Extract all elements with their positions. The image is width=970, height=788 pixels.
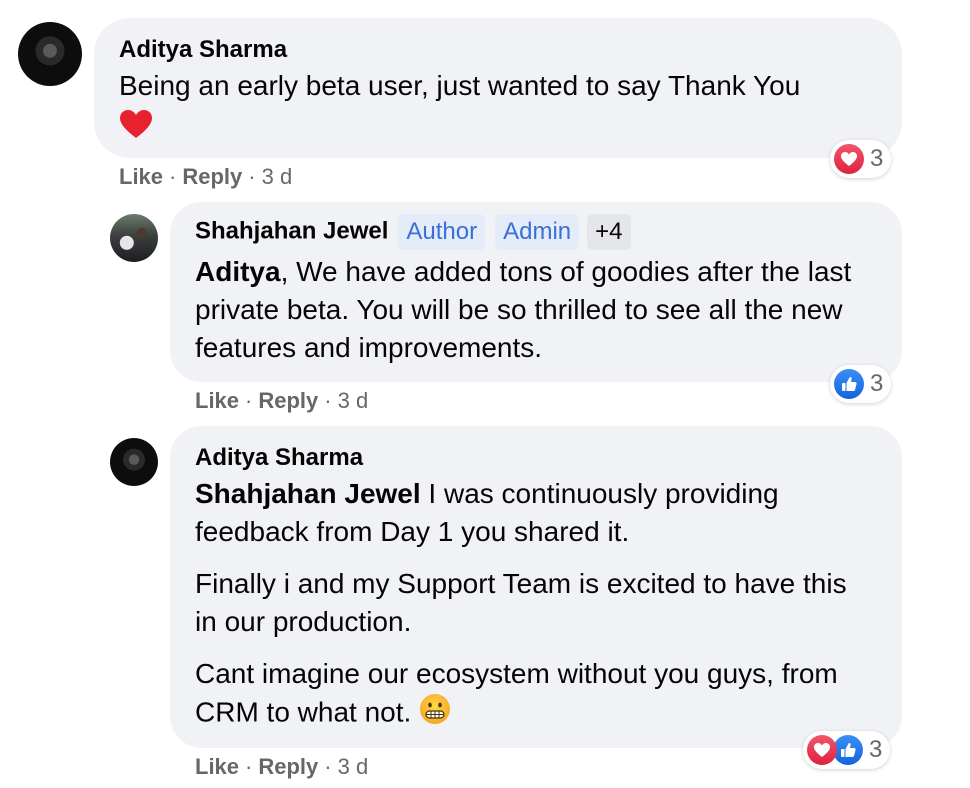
reactions-summary[interactable]: 3	[830, 140, 892, 178]
love-reaction-icon	[834, 144, 864, 174]
comment-author[interactable]: Aditya Sharma	[195, 444, 363, 472]
avatar[interactable]	[18, 22, 82, 86]
reaction-count: 3	[870, 145, 884, 172]
like-reaction-icon	[833, 735, 863, 765]
timestamp[interactable]: 3 d	[338, 388, 369, 413]
mention[interactable]: Aditya	[195, 256, 281, 287]
timestamp[interactable]: 3 d	[262, 164, 293, 189]
comment-actions: Like · Reply · 3 d	[195, 754, 369, 779]
reaction-count: 3	[869, 736, 883, 763]
avatar[interactable]	[110, 214, 158, 262]
author-name[interactable]: Shahjahan Jewel	[195, 217, 388, 244]
comment-author[interactable]: Aditya Sharma	[119, 36, 287, 64]
reaction-count: 3	[870, 370, 884, 397]
like-button[interactable]: Like	[195, 388, 239, 413]
more-badges[interactable]: +4	[587, 214, 631, 250]
reply-button[interactable]: Reply	[258, 754, 318, 779]
comment-paragraph: Finally i and my Support Team is excited…	[195, 568, 847, 637]
comment-actions: Like · Reply · 3 d	[195, 388, 369, 413]
reactions-summary[interactable]: 3	[803, 731, 891, 769]
author-badge: Author	[398, 214, 486, 250]
reply-button[interactable]: Reply	[258, 388, 318, 413]
comment-text: Aditya, We have added tons of goodies af…	[195, 256, 852, 363]
comment-text: Shahjahan Jewel I was continuously provi…	[195, 475, 875, 735]
comment-text: Being an early beta user, just wanted to…	[119, 67, 889, 149]
admin-badge: Admin	[495, 214, 580, 250]
reply-button[interactable]: Reply	[182, 164, 242, 189]
comment-author: Shahjahan Jewel Author Admin +4	[195, 214, 631, 250]
love-reaction-icon	[807, 735, 837, 765]
like-button[interactable]: Like	[119, 164, 163, 189]
avatar[interactable]	[110, 438, 158, 486]
reactions-summary[interactable]: 3	[830, 365, 892, 403]
comment-paragraph: Shahjahan Jewel I was continuously provi…	[195, 478, 779, 547]
like-reaction-icon	[834, 369, 864, 399]
like-button[interactable]: Like	[195, 754, 239, 779]
comment-actions: Like · Reply · 3 d	[119, 164, 293, 189]
timestamp[interactable]: 3 d	[338, 754, 369, 779]
comment-paragraph: Cant imagine our ecosystem without you g…	[195, 655, 875, 735]
red-heart-icon	[119, 109, 889, 149]
grimacing-face-icon	[419, 693, 451, 735]
mention[interactable]: Shahjahan Jewel	[195, 478, 421, 509]
